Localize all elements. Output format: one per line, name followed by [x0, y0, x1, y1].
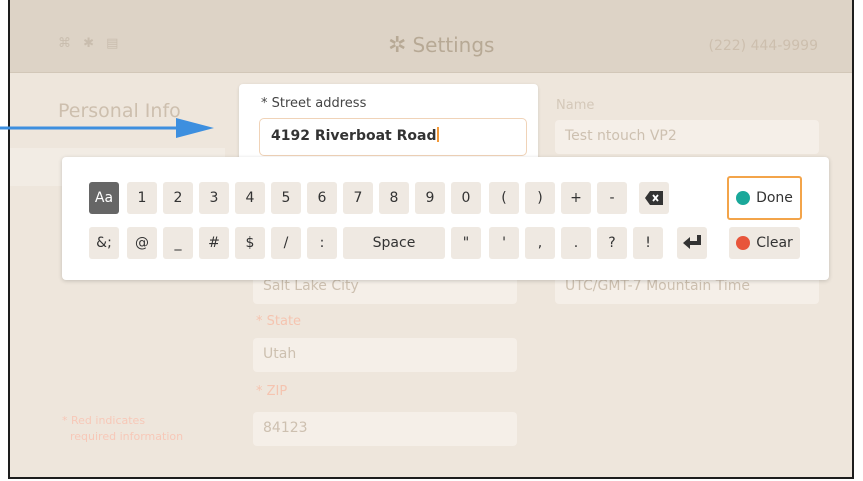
key-hash[interactable]: # — [199, 227, 229, 259]
key-double-quote[interactable]: " — [451, 227, 481, 259]
zip-field[interactable]: 84123 — [253, 412, 517, 446]
done-label: Done — [756, 190, 793, 206]
top-bar: ⌘ ✱ ▤ ✲ Settings (222) 444-9999 — [10, 0, 852, 73]
key-question[interactable]: ? — [597, 227, 627, 259]
key-case-toggle[interactable]: Aa — [89, 182, 119, 214]
key-5[interactable]: 5 — [271, 182, 301, 214]
gear-icon: ✲ — [388, 33, 407, 58]
street-address-label: * Street address — [261, 96, 367, 111]
key-3[interactable]: 3 — [199, 182, 229, 214]
state-field[interactable]: Utah — [253, 338, 517, 372]
street-address-value: 4192 Riverboat Road — [271, 128, 437, 144]
clear-label: Clear — [756, 235, 793, 251]
clear-dot-icon — [736, 236, 751, 250]
key-underscore[interactable]: _ — [163, 227, 193, 259]
clear-button[interactable]: Clear — [729, 227, 800, 259]
key-open-paren[interactable]: ( — [489, 182, 519, 214]
required-note-line1: * Red indicates — [62, 414, 146, 427]
key-colon[interactable]: : — [307, 227, 337, 259]
key-7[interactable]: 7 — [343, 182, 373, 214]
backspace-key[interactable] — [639, 182, 669, 214]
zip-label: * ZIP — [256, 384, 288, 399]
key-plus[interactable]: + — [561, 182, 591, 214]
key-9[interactable]: 9 — [415, 182, 445, 214]
settings-screen: ⌘ ✱ ▤ ✲ Settings (222) 444-9999 Personal … — [8, 0, 854, 479]
on-screen-keyboard: Aa 1 2 3 4 5 6 7 8 9 0 ( ) + - Done &; @… — [62, 157, 829, 280]
enter-icon — [683, 235, 701, 249]
backspace-icon — [645, 191, 663, 205]
key-0[interactable]: 0 — [451, 182, 481, 214]
key-6[interactable]: 6 — [307, 182, 337, 214]
text-caret — [437, 127, 440, 142]
name-field[interactable]: Test ntouch VP2 — [555, 120, 819, 154]
key-8[interactable]: 8 — [379, 182, 409, 214]
key-ampersand[interactable]: &; — [89, 227, 119, 259]
key-period[interactable]: . — [561, 227, 591, 259]
key-single-quote[interactable]: ' — [489, 227, 519, 259]
done-button[interactable]: Done — [727, 176, 802, 220]
required-note-line2: required information — [70, 430, 184, 443]
name-label: Name — [556, 98, 595, 113]
street-address-input[interactable]: 4192 Riverboat Road — [259, 118, 527, 156]
key-2[interactable]: 2 — [163, 182, 193, 214]
page-title: ✲ Settings — [388, 33, 494, 58]
done-dot-icon — [736, 191, 751, 205]
key-space[interactable]: Space — [343, 227, 445, 259]
callout-arrow-icon — [0, 118, 214, 138]
enter-key[interactable] — [677, 227, 707, 259]
key-1[interactable]: 1 — [127, 182, 157, 214]
key-minus[interactable]: - — [597, 182, 627, 214]
required-note: * Red indicates required information — [62, 413, 183, 445]
page-title-label: Settings — [412, 33, 495, 57]
phone-number: (222) 444-9999 — [708, 38, 819, 54]
key-dollar[interactable]: $ — [235, 227, 265, 259]
key-comma[interactable]: , — [525, 227, 555, 259]
key-at[interactable]: @ — [127, 227, 157, 259]
state-label: * State — [256, 314, 302, 329]
key-slash[interactable]: / — [271, 227, 301, 259]
status-icons: ⌘ ✱ ▤ — [58, 36, 123, 51]
street-address-popup: * Street address 4192 Riverboat Road — [239, 84, 538, 162]
key-4[interactable]: 4 — [235, 182, 265, 214]
key-close-paren[interactable]: ) — [525, 182, 555, 214]
key-exclamation[interactable]: ! — [633, 227, 663, 259]
